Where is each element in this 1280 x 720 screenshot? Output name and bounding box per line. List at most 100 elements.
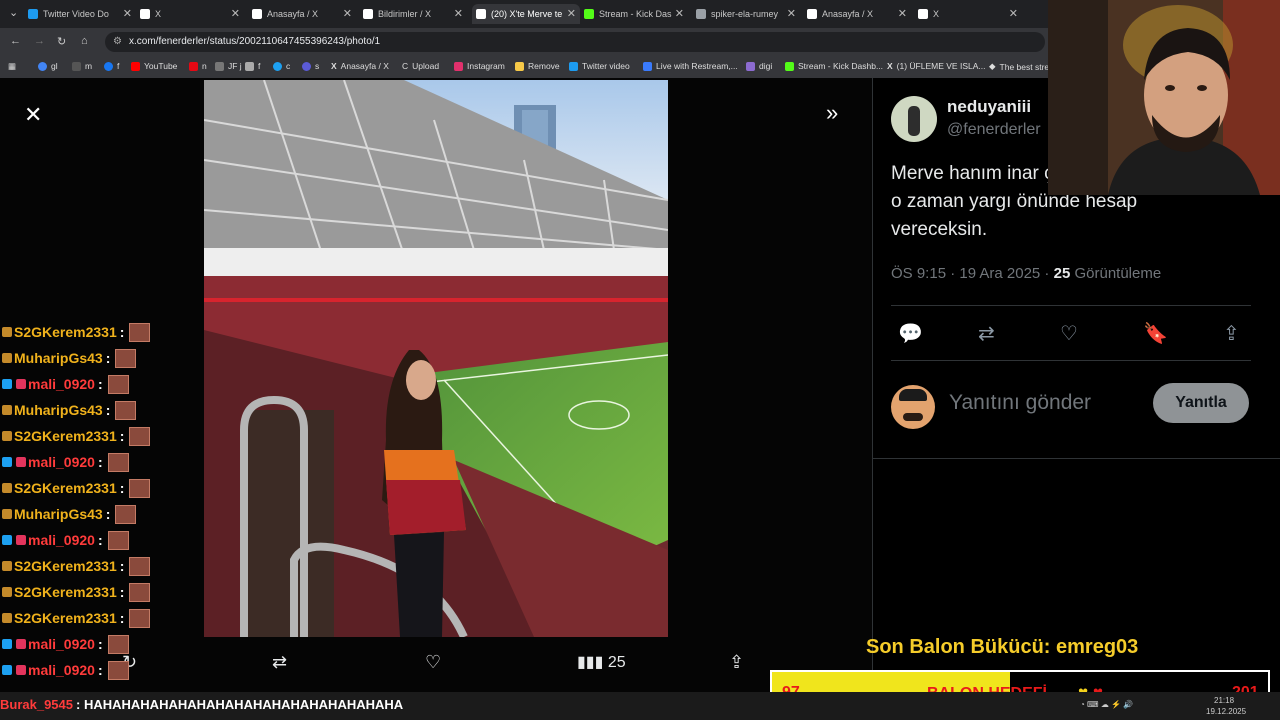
tab-close-icon[interactable]: ✕ (675, 7, 684, 20)
browser-tab[interactable]: spiker-ela-rumey ✕ (696, 4, 800, 24)
tab-close-icon[interactable]: ✕ (898, 7, 907, 20)
bookmark-item[interactable]: C Upload (402, 61, 439, 71)
tab-close-icon[interactable]: ✕ (567, 7, 576, 20)
chat-colon: : (119, 558, 125, 574)
chat-username[interactable]: S2GKerem2331 (14, 324, 117, 340)
browser-tab[interactable]: Stream - Kick Das ✕ (584, 4, 688, 24)
back-arrow-icon[interactable]: ← (10, 35, 21, 47)
bookmark-label: m (85, 61, 93, 71)
home-icon[interactable]: ⌂ (81, 35, 88, 47)
bookmark-icon (273, 61, 282, 71)
chat-username[interactable]: S2GKerem2331 (14, 584, 117, 600)
system-tray-icons[interactable]: ◔ ⌨ ☁ ⚡ 🔊 (1080, 700, 1133, 709)
browser-tab[interactable]: Bildirimler / X ✕ (363, 4, 467, 24)
chat-emote-icon (115, 504, 137, 524)
avatar-figure (908, 106, 920, 136)
browser-tab-active[interactable]: (20) X'te Merve te ✕ (472, 4, 580, 24)
bookmark-item[interactable]: Remove (515, 61, 560, 71)
chat-username[interactable]: MuharipGs43 (14, 506, 103, 522)
like-icon[interactable]: ♡ (1060, 321, 1078, 346)
chat-username[interactable]: mali_0920 (28, 662, 95, 678)
address-bar[interactable]: ⚙ x.com/fenerderler/status/2002110647455… (105, 32, 1045, 52)
bookmark-item[interactable]: s (302, 61, 319, 71)
bookmark-item[interactable]: c (273, 61, 290, 71)
tab-title: Anasayfa / X (267, 9, 319, 19)
bookmark-item[interactable]: gl (38, 61, 58, 71)
bookmark-item[interactable]: m (72, 61, 92, 71)
clock-date[interactable]: 19.12.2025 (1206, 707, 1246, 716)
tab-close-icon[interactable]: ✕ (787, 7, 796, 20)
chat-username[interactable]: S2GKerem2331 (14, 610, 117, 626)
share-icon[interactable]: ⇪ (729, 652, 744, 673)
browser-tab[interactable]: Anasayfa / X ✕ (252, 4, 356, 24)
chat-message: mali_0920: (0, 658, 129, 682)
chat-username[interactable]: mali_0920 (28, 454, 95, 470)
chat-username[interactable]: S2GKerem2331 (14, 480, 117, 496)
chat-username[interactable]: mali_0920 (28, 532, 95, 548)
share-icon[interactable]: ⇪ (1223, 321, 1240, 346)
tweet-timestamp[interactable]: ÖS 9:15 · 19 Ara 2025 · (891, 265, 1049, 282)
bookmark-icon[interactable]: 🔖 (1143, 321, 1168, 346)
retweet-icon[interactable]: ⇄ (272, 652, 287, 673)
chat-username[interactable]: mali_0920 (28, 376, 95, 392)
forward-arrow-icon[interactable]: → (34, 35, 45, 47)
tab-favicon-icon (252, 9, 262, 19)
close-icon[interactable]: ✕ (24, 102, 42, 128)
bookmark-icon (302, 61, 311, 71)
author-handle[interactable]: @fenerderler (947, 121, 1041, 139)
bookmark-item[interactable]: Live with Restream,... (643, 61, 738, 71)
tab-close-icon[interactable]: ✕ (231, 7, 240, 20)
chat-badge-icon (16, 639, 26, 649)
chat-username[interactable]: mali_0920 (28, 636, 95, 652)
tweet-photo[interactable] (204, 80, 668, 637)
bookmark-item[interactable]: Twitter video (569, 61, 630, 71)
bookmark-item[interactable]: n (189, 61, 207, 71)
bookmark-item[interactable]: X (1) ÜFLEME VE ISLA... (887, 61, 985, 71)
chat-username[interactable]: MuharipGs43 (14, 402, 103, 418)
tab-favicon-icon (584, 9, 594, 19)
reply-input[interactable]: Yanıtını gönder (949, 391, 1091, 415)
browser-tab[interactable]: X ✕ (140, 4, 244, 24)
tab-close-icon[interactable]: ✕ (454, 7, 463, 20)
chat-username[interactable]: MuharipGs43 (14, 350, 103, 366)
bookmark-item[interactable]: YouTube (131, 61, 177, 71)
bookmark-item[interactable]: JF j (215, 61, 242, 71)
reload-icon[interactable]: ↻ (57, 35, 66, 48)
browser-tab[interactable]: X ✕ (918, 4, 1022, 24)
chat-username[interactable]: S2GKerem2331 (14, 428, 117, 444)
bookmark-label: Instagram (467, 61, 505, 71)
browser-tab[interactable]: Twitter Video Do ✕ (28, 4, 136, 24)
author-display-name[interactable]: neduyaniii (947, 97, 1031, 117)
bookmark-item[interactable]: X Anasayfa / X (331, 61, 389, 71)
bookmark-item[interactable]: digi (746, 61, 772, 71)
bookmark-item[interactable]: f (245, 61, 260, 71)
apps-icon[interactable]: ▦ (8, 61, 16, 72)
tab-close-icon[interactable]: ✕ (123, 7, 132, 20)
retweet-icon[interactable]: ⇄ (978, 321, 995, 346)
reply-icon[interactable]: 💬 (898, 321, 923, 346)
browser-tab[interactable]: Anasayfa / X ✕ (807, 4, 911, 24)
banner-text: HAHAHAHAHAHAHAHAHAHAHAHAHAHAHAHAHA (83, 697, 404, 712)
site-info-icon[interactable]: ⚙ (113, 32, 122, 52)
views-stat[interactable]: ▮▮▮ 25 (577, 652, 626, 672)
clock-time[interactable]: 21:18 (1214, 696, 1234, 705)
chat-colon: : (97, 662, 103, 678)
bookmark-label: c (286, 61, 291, 71)
x-logo-icon: X (887, 61, 893, 71)
tab-search-icon[interactable]: ⌄ (9, 6, 18, 19)
bookmark-item[interactable]: Stream - Kick Dashb... (785, 61, 883, 71)
bookmark-item[interactable]: ◆ The best stre (989, 61, 1049, 72)
double-chevron-right-icon[interactable]: » (826, 100, 838, 126)
bookmark-item[interactable]: f (104, 61, 119, 71)
chat-colon: : (97, 636, 103, 652)
tab-favicon-icon (363, 9, 373, 19)
reply-button[interactable]: Yanıtla (1153, 383, 1249, 423)
netflix-icon (189, 61, 198, 71)
tab-close-icon[interactable]: ✕ (1009, 7, 1018, 20)
like-icon[interactable]: ♡ (425, 652, 441, 673)
bookmark-item[interactable]: Instagram (454, 61, 505, 71)
tab-close-icon[interactable]: ✕ (343, 7, 352, 20)
chat-username[interactable]: S2GKerem2331 (14, 558, 117, 574)
author-avatar[interactable] (891, 96, 937, 142)
bookmark-label: f (258, 61, 261, 71)
